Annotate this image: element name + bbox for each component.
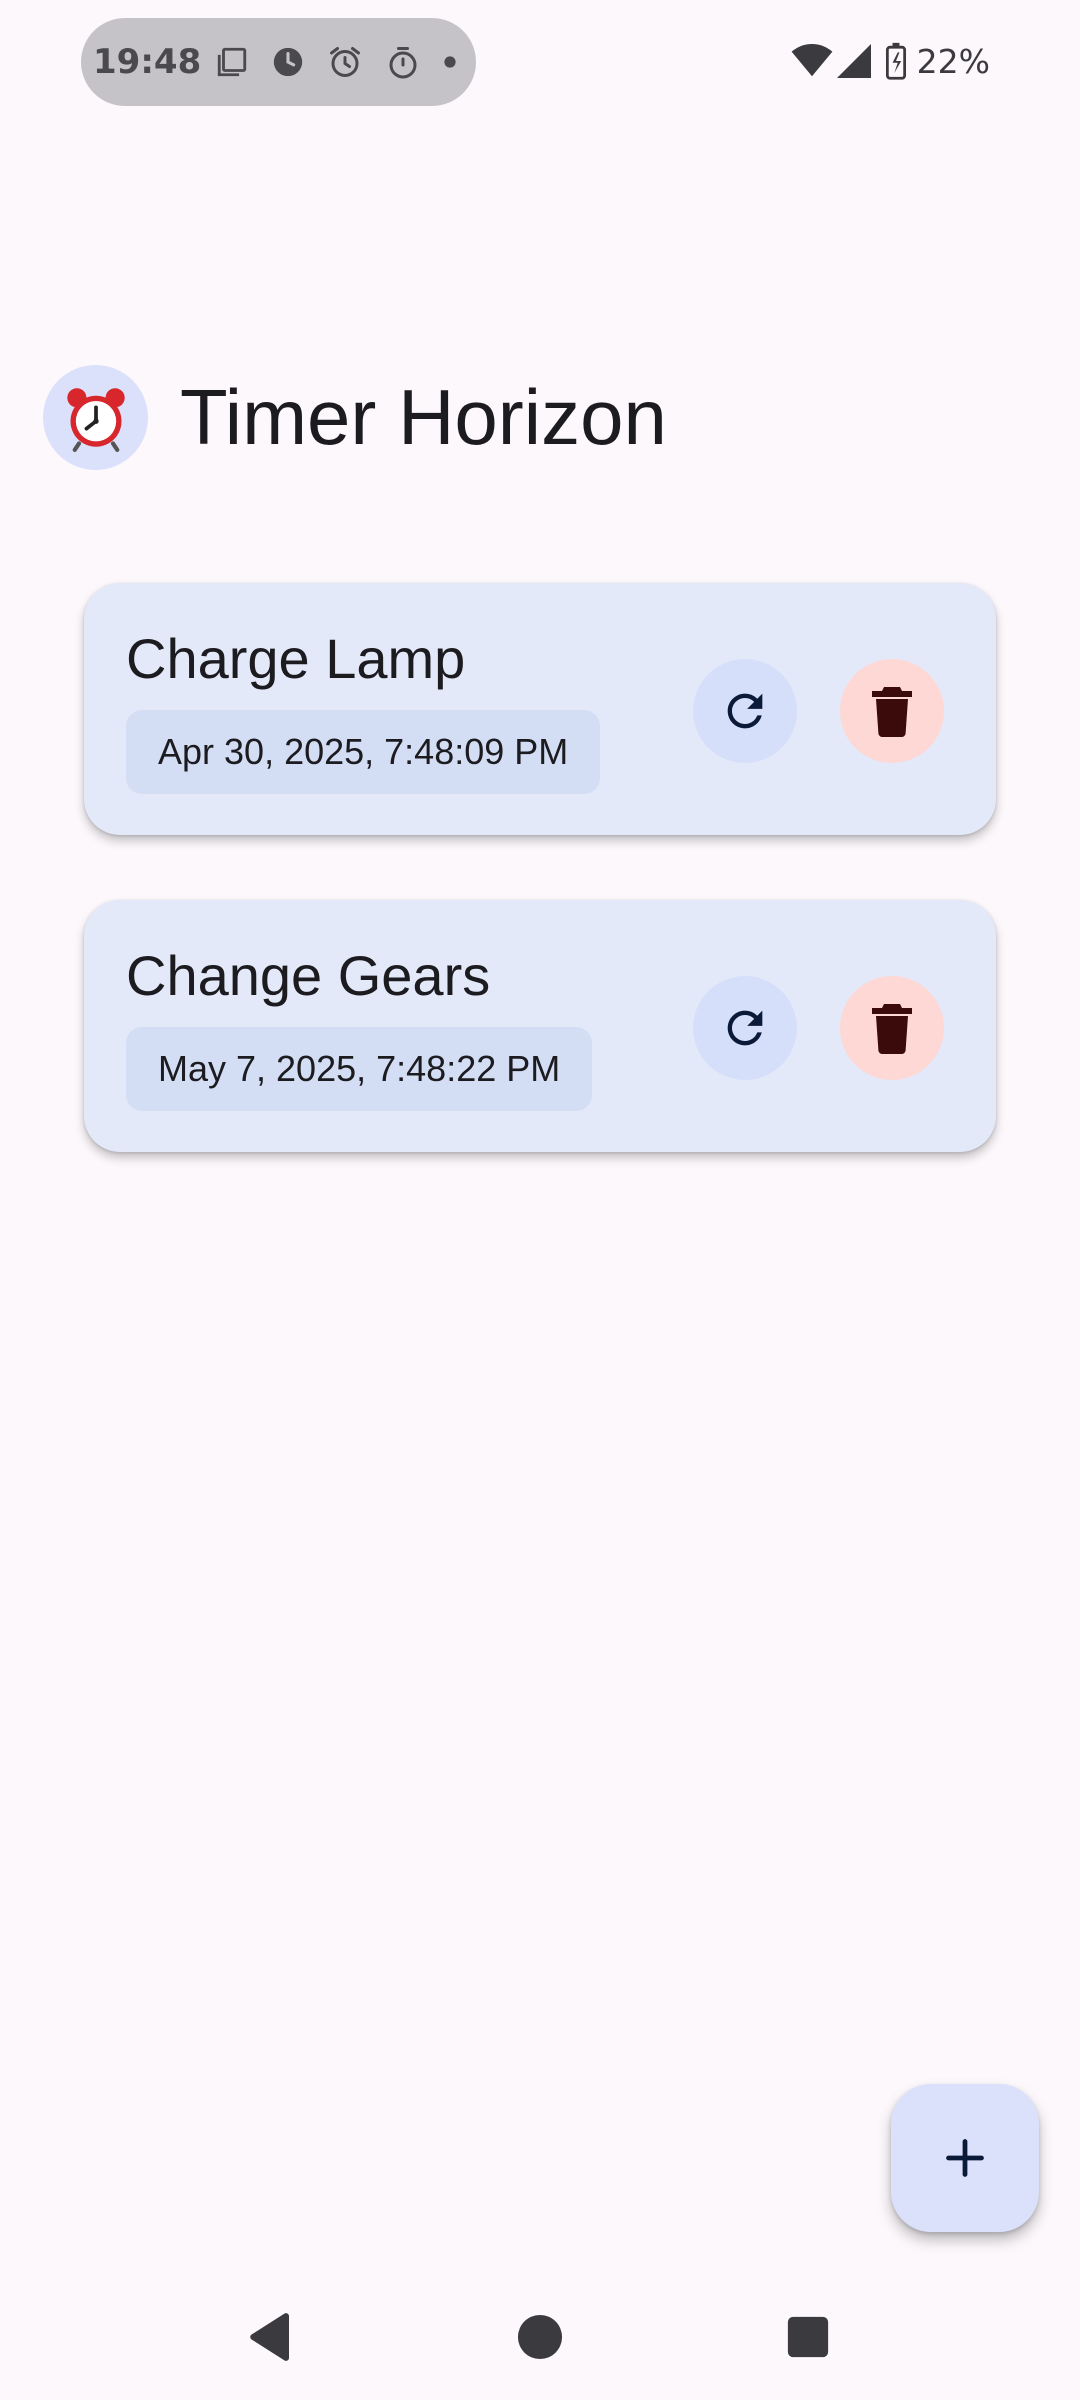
- nav-home-button[interactable]: [495, 2292, 585, 2382]
- nav-back-button[interactable]: [226, 2292, 316, 2382]
- home-circle-icon: [517, 2314, 563, 2360]
- back-triangle-icon: [249, 2313, 293, 2361]
- timer-card[interactable]: Change Gears May 7, 2025, 7:48:22 PM: [84, 900, 996, 1152]
- battery-charging-icon: [885, 42, 907, 80]
- refresh-icon: [719, 1002, 771, 1054]
- cell-signal-icon: [836, 44, 871, 78]
- refresh-icon: [719, 685, 771, 737]
- timer-icon: [385, 44, 421, 80]
- battery-percent: 22%: [916, 41, 990, 81]
- alarm-clock-icon: [62, 384, 130, 452]
- status-right-group: 22%: [791, 34, 990, 88]
- alarm-icon: [327, 44, 363, 80]
- recents-square-icon: [787, 2316, 829, 2358]
- timer-name: Change Gears: [126, 944, 491, 1007]
- delete-timer-button[interactable]: [840, 976, 944, 1080]
- dot-icon: [443, 55, 457, 69]
- status-bar-pill: 19:48: [81, 18, 476, 106]
- reset-timer-button[interactable]: [693, 659, 797, 763]
- clock-icon: [271, 45, 305, 79]
- timer-card[interactable]: Charge Lamp Apr 30, 2025, 7:48:09 PM: [84, 583, 996, 835]
- timer-name: Charge Lamp: [126, 627, 466, 690]
- plus-icon: [943, 2136, 987, 2180]
- status-time: 19:48: [93, 42, 202, 82]
- trash-icon: [868, 1002, 916, 1054]
- screenshot-icon: [215, 45, 249, 79]
- timer-date-chip: Apr 30, 2025, 7:48:09 PM: [126, 710, 601, 794]
- reset-timer-button[interactable]: [693, 976, 797, 1080]
- add-timer-button[interactable]: [891, 2084, 1039, 2232]
- system-nav-bar: [0, 2272, 1080, 2400]
- trash-icon: [868, 685, 916, 737]
- page-title: Timer Horizon: [180, 373, 667, 461]
- nav-recents-button[interactable]: [763, 2292, 853, 2382]
- wifi-icon: [791, 44, 833, 78]
- delete-timer-button[interactable]: [840, 659, 944, 763]
- timer-date-chip: May 7, 2025, 7:48:22 PM: [126, 1027, 593, 1111]
- app-logo: [43, 365, 148, 470]
